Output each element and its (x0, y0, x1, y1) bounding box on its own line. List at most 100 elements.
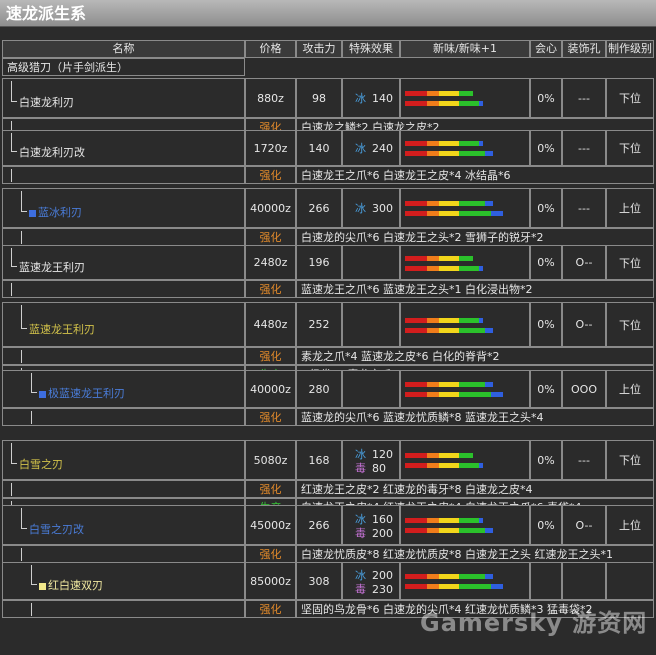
sharpness-segment (485, 574, 493, 579)
weapon-name-cell[interactable]: 白雪之刃 (2, 440, 245, 480)
sharpness-segment (491, 584, 503, 589)
tree-line (11, 248, 12, 266)
material-type-label: 强化 (245, 408, 296, 426)
sharpness-segment (405, 574, 427, 579)
attack-cell: 266 (296, 505, 342, 545)
header-attack: 攻击力 (296, 40, 342, 58)
header-sharpness: 新味/新味+1 (400, 40, 530, 58)
sharpness-segment (405, 453, 427, 458)
element-type: 冰 (355, 448, 366, 461)
weapon-name-cell[interactable]: 白雪之刃改 (2, 505, 245, 545)
weapon-name-cell[interactable]: 白速龙利刃改 (2, 130, 245, 166)
sharpness-segment (439, 211, 459, 216)
sharpness-segment (427, 584, 439, 589)
tree-line (21, 191, 22, 211)
special-effect-cell (342, 370, 400, 408)
tree-line (11, 283, 12, 296)
sharpness-segment (427, 211, 439, 216)
tree-line (11, 133, 12, 151)
attack-cell: 196 (296, 245, 342, 280)
sharpness-segment (427, 256, 439, 261)
weapon-name: 白速龙利刃 (19, 96, 74, 109)
sharpness-segment (427, 266, 439, 271)
tree-line (11, 265, 17, 267)
tree-line (11, 443, 12, 463)
tree-line (11, 151, 17, 152)
sharpness-segment (427, 328, 439, 333)
sharpness-segment (459, 382, 485, 387)
attack-cell: 140 (296, 130, 342, 166)
price-cell: 45000z (245, 505, 296, 545)
sharpness-segment (459, 256, 473, 261)
weapon-name-cell[interactable]: 蓝速龙王利刃 (2, 302, 245, 347)
element-value: 80 (372, 462, 386, 475)
sharpness-segment (459, 141, 479, 146)
rarity-cell: 下位 (606, 130, 654, 166)
material-type-label: 强化 (245, 280, 296, 298)
sharpness-segment (459, 392, 491, 397)
element-type: 毒 (355, 462, 366, 475)
header-slots: 装饰孔 (562, 40, 606, 58)
weapon-name-cell[interactable]: 极蓝速龙王利刃 (2, 370, 245, 408)
sharpness-segment (405, 382, 427, 387)
weapon-name-cell[interactable]: 红白速双刃 (2, 562, 245, 600)
sharpness-segment (405, 101, 427, 106)
sharpness-segment (459, 211, 491, 216)
sharpness-segment (459, 574, 485, 579)
rarity-cell: 下位 (606, 302, 654, 347)
sharpness-segment (485, 528, 493, 533)
sharpness-segment (459, 463, 479, 468)
weapon-name-cell[interactable]: 白速龙利刃 (2, 78, 245, 118)
element-value: 240 (372, 142, 393, 155)
tree-line (21, 548, 22, 561)
tree-line (31, 603, 32, 616)
attack-cell: 168 (296, 440, 342, 480)
material-list: 蓝速龙的尖爪*6 蓝速龙忧质鳞*8 蓝速龙王之头*4 (296, 408, 654, 426)
sharpness-segment (405, 528, 427, 533)
element-value: 300 (372, 202, 393, 215)
sharpness-cell (400, 302, 530, 347)
tree-line (31, 584, 37, 585)
sharpness-segment (439, 266, 459, 271)
element-effect: 冰 200 (355, 570, 393, 582)
affinity-cell (530, 562, 562, 600)
sharpness-cell (400, 78, 530, 118)
watermark: Gamersky 游资网 (420, 609, 648, 637)
rarity-cell: 下位 (606, 245, 654, 280)
sharpness-segment (459, 328, 485, 333)
sharpness-segment (485, 382, 493, 387)
rarity-square-icon (29, 209, 36, 217)
sharpness-segment (405, 328, 427, 333)
tree-line (11, 463, 17, 464)
affinity-cell: 0% (530, 130, 562, 166)
element-type: 毒 (355, 583, 366, 596)
slots-cell: --- (562, 78, 606, 118)
sharpness-segment (439, 584, 459, 589)
tree-cell (2, 600, 245, 618)
affinity-cell: 0% (530, 245, 562, 280)
sharpness-segment (459, 518, 479, 523)
element-value: 120 (372, 448, 393, 461)
sharpness-cell (400, 505, 530, 545)
weapon-name-cell[interactable]: 蓝冰利刃 (2, 188, 245, 228)
element-type: 冰 (355, 569, 366, 582)
sharpness-segment (439, 528, 459, 533)
sharpness-segment (439, 256, 459, 261)
sharpness-segment (439, 574, 459, 579)
rarity-cell: 上位 (606, 505, 654, 545)
sharpness-segment (405, 392, 427, 397)
sharpness-segment (439, 382, 459, 387)
sharpness-segment (427, 101, 439, 106)
special-effect-cell (342, 245, 400, 280)
attack-cell: 280 (296, 370, 342, 408)
material-list: 白速龙忧质皮*8 红速龙忧质皮*8 白速龙王之头 红速龙王之头*1 (296, 545, 654, 563)
sharpness-segment (427, 201, 439, 206)
header-rarity: 制作级别 (606, 40, 654, 58)
element-type: 冰 (355, 513, 366, 526)
material-list: 白速龙的尖爪*6 白速龙王之头*2 雪狮子的锐牙*2 (296, 228, 654, 246)
sharpness-segment (405, 584, 427, 589)
element-effect: 冰 160 (355, 514, 393, 526)
weapon-name-cell[interactable]: 蓝速龙王利刃 (2, 245, 245, 280)
material-type-label: 强化 (245, 347, 296, 365)
weapon-name: 白雪之刃 (19, 458, 63, 471)
